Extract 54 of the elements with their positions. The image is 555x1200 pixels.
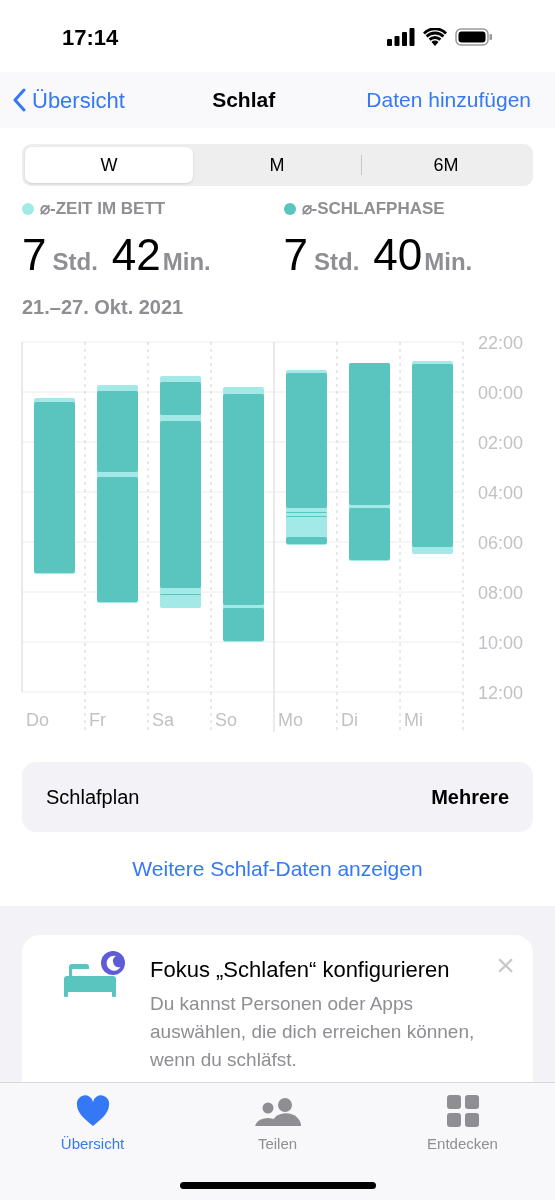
stat-minutes-unit: Min. (424, 246, 473, 277)
segment-tab[interactable]: 6M (362, 147, 530, 183)
sleep-bar (160, 381, 201, 415)
tab-bar-item[interactable]: Übersicht (0, 1093, 185, 1156)
schedule-label: Schlafplan (46, 784, 140, 810)
battery-icon (455, 28, 493, 46)
stat-minutes-unit: Min. (162, 246, 211, 277)
people-icon (254, 1097, 301, 1127)
axis-tick-label: 06:00 (478, 532, 524, 553)
axis-tick-label: 00:00 (478, 382, 524, 403)
tab-bar-item[interactable]: Entdecken (370, 1093, 555, 1156)
back-link[interactable]: Übersicht (12, 83, 125, 117)
signal-icon (387, 28, 415, 46)
axis-tick-label: 10:00 (478, 632, 524, 653)
tab-bar-item[interactable]: Teilen (185, 1093, 370, 1156)
axis-tick-label: 02:00 (478, 432, 524, 453)
schedule-value: Mehrere (431, 784, 509, 810)
wifi-icon (423, 28, 447, 46)
heart-icon (75, 1095, 110, 1127)
sleep-bar (349, 507, 390, 560)
stat-hours: 7 (283, 228, 308, 281)
stat-label: ⌀-SCHLAFPHASE (301, 198, 445, 220)
status-time: 17:14 (62, 23, 119, 52)
chevron-left-icon (12, 88, 26, 112)
date-range: 21.–27. Okt. 2021 (22, 294, 185, 320)
grid-icon (446, 1095, 479, 1127)
axis-tick-label: 08:00 (478, 582, 524, 603)
sleep-bar (286, 536, 327, 544)
axis-day-label: Fr (89, 709, 106, 730)
schedule-row[interactable]: Schlafplan Mehrere (22, 761, 533, 832)
stat-label: ⌀-ZEIT IM BETT (40, 198, 166, 220)
axis-day-label: So (215, 709, 238, 730)
segment-tab[interactable]: M (193, 147, 361, 183)
sleep-bar (223, 607, 264, 641)
more-data-link[interactable]: Weitere Schlaf-Daten anzeigen (132, 852, 423, 885)
stat-hours-unit: Std. (52, 246, 98, 277)
stat-minutes: 42 (111, 228, 161, 281)
axis-tick-label: 12:00 (478, 682, 524, 703)
stat-minutes: 40 (373, 228, 423, 281)
focus-card-text: Du kannst Personen oder Apps auswählen, die dich erreichen können, wenn du schläfst. (150, 991, 476, 1072)
focus-card-title: Fokus „Schlafen“ konfigurieren (150, 955, 450, 984)
segment-tab[interactable]: W (25, 147, 193, 183)
axis-day-label: Mi (404, 709, 423, 730)
stat-hours: 7 (22, 228, 47, 281)
axis-tick-label: 04:00 (478, 482, 524, 503)
axis-day-label: Di (341, 709, 358, 730)
axis-day-label: Sa (152, 709, 175, 730)
stat-hours-unit: Std. (314, 246, 360, 277)
page-title: Schlaf (212, 87, 276, 114)
axis-tick-label: 22:00 (478, 332, 524, 353)
axis-day-label: Do (26, 709, 49, 730)
add-data-link[interactable]: Daten hinzufügen (366, 84, 531, 116)
bed-moon-icon (64, 950, 126, 999)
axis-day-label: Mo (278, 709, 303, 730)
